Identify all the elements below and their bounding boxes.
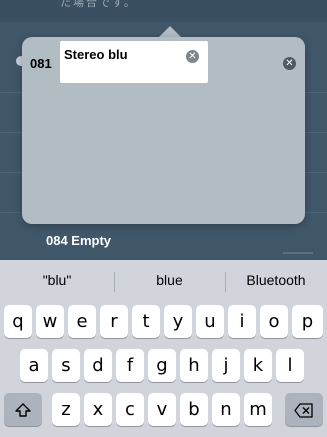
key-c[interactable]: c (116, 393, 144, 426)
suggestion-quoted[interactable]: "blu" (0, 272, 114, 288)
key-m[interactable]: m (244, 393, 272, 426)
key-b[interactable]: b (180, 393, 208, 426)
key-e[interactable]: e (68, 305, 96, 338)
rename-popover: 081 Stereo blu ✕ ✕ (22, 37, 305, 224)
list-item-label[interactable]: 084 Empty (46, 233, 111, 248)
key-h[interactable]: h (180, 349, 208, 382)
key-y[interactable]: y (164, 305, 192, 338)
key-f[interactable]: f (116, 349, 144, 382)
key-r[interactable]: r (100, 305, 128, 338)
key-o[interactable]: o (260, 305, 288, 338)
suggestion-bar: "blu" blue Bluetooth (0, 260, 327, 302)
key-z[interactable]: z (52, 393, 80, 426)
key-t[interactable]: t (132, 305, 160, 338)
key-a[interactable]: a (20, 349, 48, 382)
key-i[interactable]: i (228, 305, 256, 338)
shift-key[interactable] (4, 393, 42, 426)
key-v[interactable]: v (148, 393, 176, 426)
key-d[interactable]: d (84, 349, 112, 382)
suggestion-blue[interactable]: blue (114, 272, 225, 288)
key-j[interactable]: j (212, 349, 240, 382)
key-s[interactable]: s (52, 349, 80, 382)
channel-number: 081 (30, 56, 52, 71)
name-input[interactable]: Stereo blu ✕ (60, 41, 208, 83)
key-w[interactable]: w (36, 305, 64, 338)
name-input-value[interactable]: Stereo blu (64, 47, 128, 62)
key-u[interactable]: u (196, 305, 224, 338)
shift-icon (15, 399, 31, 420)
key-g[interactable]: g (148, 349, 176, 382)
key-l[interactable]: l (276, 349, 304, 382)
background-top-text: た場合です。 (60, 0, 137, 9)
key-x[interactable]: x (84, 393, 112, 426)
keyboard: "blu" blue Bluetooth q w e r t y u i o p… (0, 260, 327, 437)
delete-icon (294, 399, 314, 420)
delete-key[interactable] (285, 393, 323, 426)
suggestion-bluetooth[interactable]: Bluetooth (225, 272, 327, 288)
close-popover-icon[interactable]: ✕ (283, 57, 296, 70)
background-header: た場合です。 (0, 0, 327, 22)
key-k[interactable]: k (244, 349, 272, 382)
drag-handle[interactable] (283, 252, 313, 254)
key-n[interactable]: n (212, 393, 240, 426)
key-q[interactable]: q (4, 305, 32, 338)
clear-input-icon[interactable]: ✕ (186, 50, 199, 63)
key-p[interactable]: p (292, 305, 323, 338)
